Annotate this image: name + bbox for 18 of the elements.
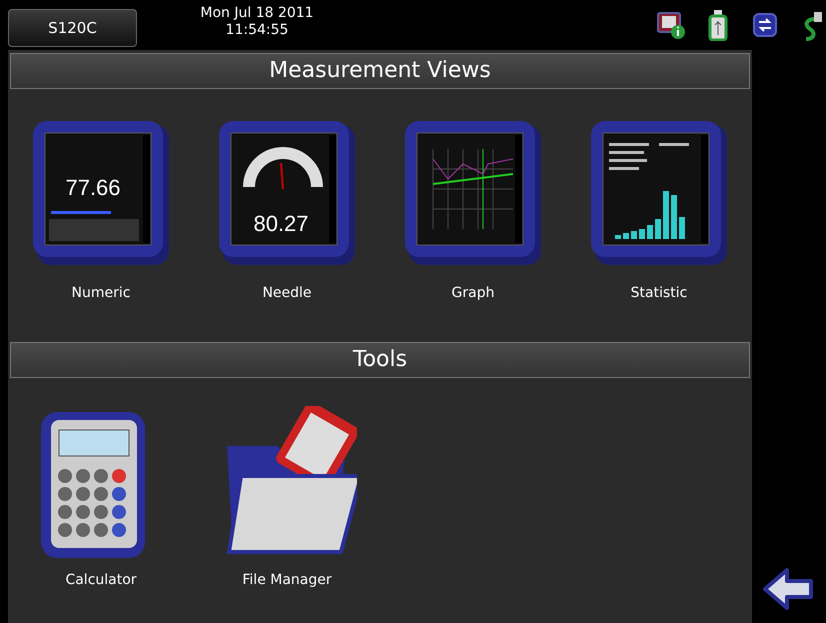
device-button[interactable]: S120C (8, 9, 137, 47)
reading-text: 77.66 (65, 175, 121, 200)
time-text: 11:54:55 (226, 22, 288, 39)
section-header: Tools (10, 342, 750, 378)
back-arrow-icon[interactable] (763, 567, 815, 611)
sync-arrows-icon[interactable] (750, 10, 780, 40)
date-text: Mon Jul 18 2011 (200, 5, 314, 22)
view-label: Numeric (72, 285, 130, 301)
section-header: Measurement Views (10, 53, 750, 89)
cable-plug-icon[interactable] (802, 9, 822, 41)
usb-drive-icon[interactable] (708, 9, 728, 41)
view-label: Calculator (65, 572, 137, 588)
reading-text: 80.27 (253, 211, 309, 236)
screen-info-icon[interactable] (656, 10, 686, 40)
view-label: File Manager (242, 572, 332, 588)
view-label: Statistic (630, 285, 688, 301)
view-label: Needle (262, 285, 312, 301)
view-label: Graph (452, 285, 494, 301)
